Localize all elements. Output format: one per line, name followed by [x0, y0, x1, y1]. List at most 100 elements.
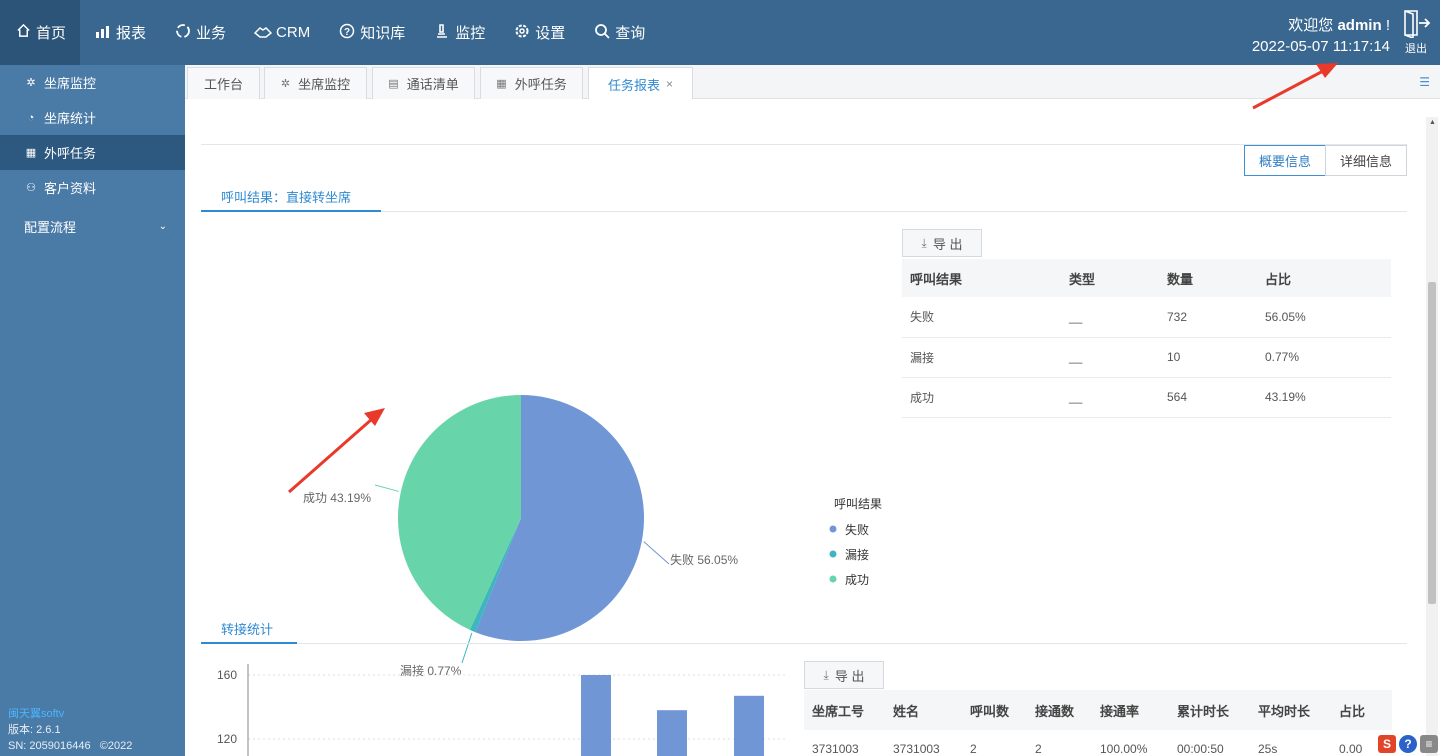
nav-home[interactable]: 首页 — [0, 0, 81, 65]
nav-knowledge[interactable]: ? 知识库 — [324, 0, 419, 65]
svg-text:?: ? — [344, 27, 350, 38]
sidebar-item-agent-stats[interactable]: ◔ 坐席统计 — [0, 100, 185, 135]
section-transfer-stats-title[interactable]: 转接统计 — [221, 619, 273, 638]
column-header[interactable]: 呼叫数 — [962, 690, 1027, 730]
sidebar: ✲ 坐席监控 ◔ 坐席统计 ▦ 外呼任务 ⚇ 客户资料 配置流程 ⌄ 闽天翼so… — [0, 65, 185, 756]
y-tick-label: 120 — [217, 732, 237, 746]
tab-outbound-task[interactable]: ▦ 外呼任务 — [480, 67, 583, 99]
current-datetime: 2022-05-07 11:17:14 — [1251, 38, 1390, 55]
pie-chart: 失败 56.05%漏接 0.77%成功 43.19% 呼叫结果失败漏接成功 — [303, 395, 882, 678]
brand-text: 闽天翼softv — [8, 708, 65, 720]
legend-marker[interactable] — [829, 575, 837, 583]
detail-button[interactable]: 详细信息 — [1325, 145, 1407, 176]
column-header[interactable]: 类型 — [1061, 259, 1159, 297]
grid-icon: ▦ — [25, 147, 37, 159]
legend-entry[interactable]: 失败 — [845, 522, 869, 537]
logout-icon — [1404, 10, 1431, 38]
y-tick-label: 160 — [217, 668, 237, 682]
bar[interactable] — [581, 675, 611, 756]
chevron-down-icon: ⌄ — [158, 220, 167, 232]
tabs-menu-icon[interactable]: ☰ — [1419, 75, 1430, 89]
nav-monitor[interactable]: 监控 — [419, 0, 499, 65]
report-icon — [94, 24, 112, 42]
divider — [201, 144, 1407, 145]
gear-icon — [513, 23, 531, 43]
bar-chart: 160 120 — [217, 664, 785, 756]
logout-button[interactable]: 退出 — [1398, 8, 1434, 56]
column-header[interactable]: 接通率 — [1092, 690, 1169, 730]
bar[interactable] — [734, 695, 764, 756]
table-row[interactable]: 3731003 3731003 2 2 100.00% 00:00:50 25s… — [804, 730, 1392, 756]
column-header[interactable]: 占比 — [1331, 690, 1392, 730]
username: admin — [1337, 17, 1382, 34]
search-icon — [593, 23, 611, 43]
download-icon: ⤓ — [921, 235, 927, 250]
pie-data-label: 成功 43.19% — [303, 491, 371, 505]
column-header[interactable]: 平均时长 — [1250, 690, 1331, 730]
sidebar-item-agent-monitor[interactable]: ✲ 坐席监控 — [0, 65, 185, 100]
business-icon — [174, 23, 192, 43]
column-header[interactable]: 数量 — [1159, 259, 1257, 297]
welcome-text: 欢迎您 admin ! — [1288, 17, 1390, 34]
sidebar-item-customer[interactable]: ⚇ 客户资料 — [0, 170, 185, 205]
legend-entry[interactable]: 成功 — [845, 573, 869, 587]
agent-stats-icon: ◔ — [27, 111, 35, 124]
table-row[interactable]: 失败 __ 732 56.05% — [902, 297, 1391, 338]
bar[interactable] — [657, 710, 687, 756]
top-navbar: 首页 报表 业务 CRM ? 知识库 监控 设置 查询 欢迎您 admin ! … — [0, 0, 1440, 65]
knowledge-icon: ? — [338, 23, 356, 43]
column-header[interactable]: 累计时长 — [1169, 690, 1250, 730]
table-row[interactable]: 成功 __ 564 43.19% — [902, 377, 1391, 418]
grid-icon: ▦ — [496, 78, 507, 90]
close-icon[interactable]: × — [666, 77, 673, 91]
version-text: 版本: 2.6.1 — [8, 724, 61, 736]
main-nav: 首页 报表 业务 CRM ? 知识库 监控 设置 查询 — [0, 0, 659, 65]
nav-search[interactable]: 查询 — [579, 0, 659, 65]
agent-monitor-icon: ✲ — [280, 78, 291, 90]
help-icon[interactable]: ? — [1399, 735, 1417, 753]
sidebar-item-outbound-task[interactable]: ▦ 外呼任务 — [0, 135, 185, 170]
column-header[interactable]: 占比 — [1257, 259, 1391, 297]
nav-business[interactable]: 业务 — [160, 0, 240, 65]
export-button[interactable]: ⤓ 导 出 — [902, 229, 982, 257]
nav-report[interactable]: 报表 — [80, 0, 160, 65]
vertical-scrollbar[interactable]: ▲ — [1426, 117, 1438, 756]
call-result-table: 呼叫结果 类型 数量 占比 失败 __ 732 56.05% 漏接 __ 10 … — [902, 259, 1391, 418]
tray-menu-icon[interactable]: ≡ — [1420, 735, 1438, 753]
tab-agent-monitor[interactable]: ✲ 坐席监控 — [264, 67, 367, 99]
user-icon: ⚇ — [26, 182, 36, 194]
column-header[interactable]: 姓名 — [885, 690, 962, 730]
column-header[interactable]: 坐席工号 — [804, 690, 885, 730]
column-header[interactable]: 接通数 — [1027, 690, 1092, 730]
table-header-row: 坐席工号 姓名 呼叫数 接通数 接通率 累计时长 平均时长 占比 — [804, 690, 1392, 730]
nav-settings[interactable]: 设置 — [499, 0, 579, 65]
download-icon: ⤓ — [823, 667, 829, 682]
table-row[interactable]: 漏接 __ 10 0.77% — [902, 337, 1391, 378]
monitor-icon — [433, 23, 451, 43]
pie-data-label: 失败 56.05% — [670, 552, 738, 567]
summary-button[interactable]: 概要信息 — [1244, 145, 1326, 176]
agent-monitor-icon: ✲ — [26, 77, 36, 89]
crm-icon — [253, 24, 273, 42]
sidebar-group-config-flow[interactable]: 配置流程 ⌄ — [0, 205, 185, 247]
scroll-up-icon[interactable]: ▲ — [1429, 119, 1436, 126]
tab-workbench[interactable]: 工作台 — [187, 67, 260, 99]
scrollbar-thumb[interactable] — [1428, 282, 1436, 604]
table-header-row: 呼叫结果 类型 数量 占比 — [902, 259, 1391, 297]
sidebar-footer: 闽天翼softv 版本: 2.6.1 SN: 2059016446 ©2022 — [8, 706, 132, 754]
tab-call-list[interactable]: ▤ 通话清单 — [372, 67, 475, 99]
column-header[interactable]: 呼叫结果 — [902, 259, 1061, 297]
home-icon — [14, 23, 32, 42]
legend-marker[interactable] — [829, 525, 837, 533]
export-button[interactable]: ⤓ 导 出 — [804, 661, 884, 689]
system-tray: S ? ≡ — [1378, 734, 1438, 754]
nav-crm[interactable]: CRM — [240, 0, 324, 65]
tab-task-report[interactable]: 任务报表 × — [588, 67, 693, 100]
legend-entry[interactable]: 漏接 — [845, 547, 869, 562]
legend-marker[interactable] — [829, 550, 837, 558]
pie-leader-line — [374, 484, 399, 492]
legend-title: 呼叫结果 — [834, 497, 882, 511]
ime-s-icon[interactable]: S — [1378, 735, 1396, 753]
section-call-result-title[interactable]: 呼叫结果：直接转坐席 — [221, 187, 351, 206]
view-toggle: 概要信息 详细信息 — [1244, 145, 1407, 176]
